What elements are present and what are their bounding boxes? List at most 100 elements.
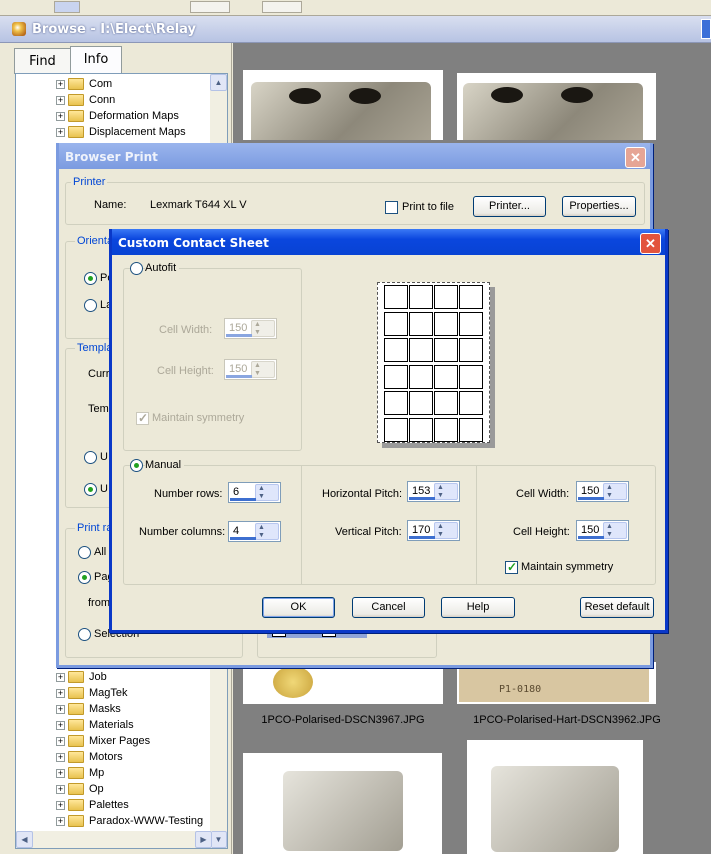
expand-icon[interactable]: + xyxy=(56,704,65,714)
autofit-cell-height-spinner[interactable]: 150 ▲ ▼ xyxy=(224,359,277,380)
printer-group-label: Printer xyxy=(71,176,108,188)
tab-find[interactable]: Find xyxy=(14,48,71,74)
properties-button[interactable]: Properties... xyxy=(562,196,636,217)
toolbar-button[interactable] xyxy=(190,1,230,13)
preview-cell xyxy=(459,417,483,442)
expand-icon[interactable]: + xyxy=(56,79,65,89)
contact-sheet-close-icon[interactable]: ✕ xyxy=(640,233,661,254)
help-button[interactable]: Help xyxy=(441,597,515,618)
print-selection-radio[interactable] xyxy=(78,628,91,641)
print-pages-radio[interactable] xyxy=(78,571,91,584)
browser-print-title: Browser Print xyxy=(59,143,650,169)
spinner-arrows-icon[interactable]: ▲ ▼ xyxy=(251,320,275,337)
spinner-arrows-icon[interactable]: ▲ ▼ xyxy=(251,361,275,378)
thumbnail-image[interactable] xyxy=(243,662,443,704)
thumbnail-image[interactable] xyxy=(243,753,442,854)
ok-button[interactable]: OK xyxy=(262,597,335,618)
expand-icon[interactable]: + xyxy=(56,688,65,698)
vertical-pitch-spinner[interactable]: 170 ▲ ▼ xyxy=(407,520,460,541)
preview-cell xyxy=(409,338,433,362)
expand-icon[interactable]: + xyxy=(56,95,65,105)
tree-item[interactable]: + Op xyxy=(56,781,104,797)
preview-cell xyxy=(409,364,433,389)
tree-item[interactable]: + Motors xyxy=(56,749,123,765)
autofit-cell-width-spinner[interactable]: 150 ▲ ▼ xyxy=(224,318,277,339)
expand-icon[interactable]: + xyxy=(56,127,65,137)
preview-cell xyxy=(384,311,408,336)
tree-horizontal-scrollbar[interactable]: ◀ ▶ xyxy=(16,831,212,848)
tree-item[interactable]: + Com xyxy=(56,76,112,92)
tree-item[interactable]: + Conn xyxy=(56,92,115,108)
expand-icon[interactable]: + xyxy=(56,736,65,746)
expand-icon[interactable]: + xyxy=(56,720,65,730)
manual-cell-width-value: 150 xyxy=(581,485,600,497)
tree-item-label: Mp xyxy=(89,767,105,779)
spinner-arrows-icon[interactable]: ▲ ▼ xyxy=(434,522,458,539)
use-custom-radio[interactable] xyxy=(84,483,97,496)
expand-icon[interactable]: + xyxy=(56,768,65,778)
thumbnail-image[interactable]: P1-0180 xyxy=(457,662,656,704)
manual-radio[interactable] xyxy=(130,459,143,472)
print-all-radio[interactable] xyxy=(78,546,91,559)
expand-icon[interactable]: + xyxy=(56,784,65,794)
expand-icon[interactable]: + xyxy=(56,672,65,682)
cancel-button[interactable]: Cancel xyxy=(352,597,425,618)
tab-info[interactable]: Info xyxy=(70,46,122,74)
autofit-radio[interactable] xyxy=(130,262,143,275)
spinner-arrows-icon[interactable]: ▲ ▼ xyxy=(255,484,279,501)
window-button[interactable] xyxy=(701,19,711,39)
spinner-arrows-icon[interactable]: ▲ ▼ xyxy=(603,522,627,539)
spinner-arrows-icon[interactable]: ▲ ▼ xyxy=(603,483,627,500)
tree-item[interactable]: + Materials xyxy=(56,717,134,733)
use-template-label: U xyxy=(100,451,108,463)
autofit-maintain-symmetry-label: Maintain symmetry xyxy=(152,412,245,424)
thumbnail-image[interactable] xyxy=(243,70,443,140)
browser-print-close-icon[interactable]: ✕ xyxy=(625,147,646,168)
toolbar-button[interactable] xyxy=(262,1,302,13)
manual-maintain-symmetry-checkbox[interactable] xyxy=(505,560,518,574)
number-columns-value: 4 xyxy=(233,525,240,537)
preview-cell xyxy=(459,338,483,362)
thumbnail-image[interactable] xyxy=(457,73,656,140)
spinner-arrows-icon[interactable]: ▲ ▼ xyxy=(255,523,279,540)
tree-item[interactable]: + Displacement Maps xyxy=(56,124,186,140)
print-to-file-checkbox[interactable] xyxy=(385,201,398,214)
tree-item[interactable]: + Palettes xyxy=(56,797,129,813)
horizontal-pitch-spinner[interactable]: 153 ▲ ▼ xyxy=(407,481,460,502)
scroll-left-button[interactable]: ◀ xyxy=(16,831,33,848)
scroll-right-button[interactable]: ▶ xyxy=(195,831,212,848)
thumbnail-image[interactable] xyxy=(467,740,643,854)
toolbar-button[interactable] xyxy=(54,1,80,13)
manual-cell-width-spinner[interactable]: 150 ▲ ▼ xyxy=(576,481,629,502)
manual-cell-height-value: 150 xyxy=(581,524,600,536)
reset-default-button[interactable]: Reset default xyxy=(580,597,654,618)
relay-photo xyxy=(251,82,431,140)
number-columns-spinner[interactable]: 4 ▲ ▼ xyxy=(228,521,281,542)
manual-cell-height-spinner[interactable]: 150 ▲ ▼ xyxy=(576,520,629,541)
scroll-up-button[interactable]: ▲ xyxy=(210,74,227,91)
portrait-radio[interactable] xyxy=(84,272,97,285)
tree-item[interactable]: + Deformation Maps xyxy=(56,108,179,124)
expand-icon[interactable]: + xyxy=(56,800,65,810)
expand-icon[interactable]: + xyxy=(56,752,65,762)
expand-icon[interactable]: + xyxy=(56,816,65,826)
tree-item[interactable]: + Paradox-WWW-Testing xyxy=(56,813,203,829)
autofit-maintain-symmetry-checkbox[interactable] xyxy=(136,411,149,425)
number-rows-spinner[interactable]: 6 ▲ ▼ xyxy=(228,482,281,503)
scroll-down-button[interactable]: ▼ xyxy=(210,831,227,848)
printer-button[interactable]: Printer... xyxy=(473,196,546,217)
folder-icon xyxy=(68,719,84,731)
autofit-cell-height-value: 150 xyxy=(229,363,248,375)
folder-icon xyxy=(68,110,84,122)
tree-item[interactable]: + MagTek xyxy=(56,685,128,701)
tree-item[interactable]: + Masks xyxy=(56,701,121,717)
expand-icon[interactable]: + xyxy=(56,111,65,121)
tree-item[interactable]: + Mp xyxy=(56,765,104,781)
thumbnail-caption: 1PCO-Polarised-DSCN3967.JPG xyxy=(261,714,425,726)
contact-sheet-preview xyxy=(377,282,490,443)
tree-item[interactable]: + Job xyxy=(56,669,107,685)
spinner-arrows-icon[interactable]: ▲ ▼ xyxy=(434,483,458,500)
tree-item[interactable]: + Mixer Pages xyxy=(56,733,150,749)
landscape-radio[interactable] xyxy=(84,299,97,312)
use-template-radio[interactable] xyxy=(84,451,97,464)
